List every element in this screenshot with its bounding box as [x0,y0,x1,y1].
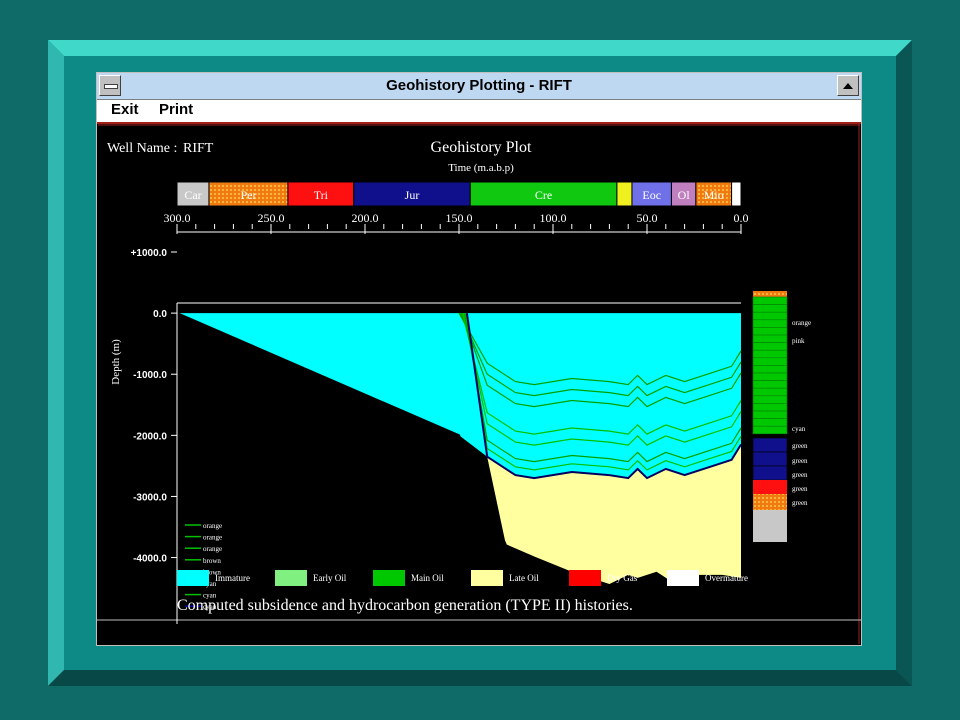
period-cell [731,181,742,207]
maturity-swatch [275,570,307,586]
window-title: Geohistory Plotting - RIFT [386,77,572,94]
menu-print[interactable]: Print [159,101,193,118]
maturity-label: Overmature [705,573,748,583]
horizon-legend-label: orange [203,545,222,553]
column-cell [752,357,788,366]
column-cell [752,327,788,336]
column-cell [753,494,787,510]
application-window: Geohistory Plotting - RIFT Exit Print We… [96,72,862,646]
maturity-swatch [667,570,699,586]
maturity-swatch [177,570,209,586]
period-label: Car [184,188,201,202]
maturity-label: Immature [215,573,250,583]
period-label: Tri [314,188,329,202]
geohistory-plot-canvas: Well Name : RIFT Geohistory Plot Time (m… [97,124,861,644]
column-cell [752,403,788,412]
well-name-value: RIFT [183,141,214,156]
period-label: Jur [405,188,420,202]
column-cell [752,334,788,343]
time-tick-label: 50.0 [637,211,658,225]
time-axis-label: Time (m.a.b.p) [448,162,514,174]
time-tick-label: 0.0 [734,211,749,225]
system-menu-icon [104,84,118,89]
time-tick-label: 150.0 [446,211,473,225]
period-label: Eoc [642,188,661,202]
column-cell [752,437,788,453]
column-cell [752,380,788,389]
column-cell [752,296,788,305]
horizon-legend-label: orange [203,534,222,542]
column-cell [752,395,788,404]
maturity-label: Dry Gas [607,573,638,583]
column-cell [752,387,788,397]
maturity-label: Early Oil [313,573,347,583]
period-label: Per [240,188,256,202]
depth-tick-label: -3000.0 [133,492,167,503]
time-tick-label: 250.0 [258,211,285,225]
menu-bar: Exit Print [97,100,861,124]
depth-axis-label: Depth (m) [110,339,122,385]
column-label: cyan [792,425,806,433]
column-cell [752,349,788,359]
maturity-label: Late Oil [509,573,539,583]
horizon-legend-label: orange [203,522,222,530]
title-bar[interactable]: Geohistory Plotting - RIFT [97,73,861,100]
column-label: green [792,499,808,507]
period-cell [616,181,633,207]
maturity-swatch [569,570,601,586]
column-cell [752,304,788,313]
period-label: Cre [535,188,552,202]
column-cell [753,291,787,297]
column-label: orange [792,319,811,327]
column-label: pink [792,337,805,345]
time-tick-label: 100.0 [540,211,567,225]
system-menu-button[interactable] [99,75,121,96]
column-cell [752,418,788,427]
column-cell [752,465,788,481]
column-cell [752,451,788,467]
maturity-swatch [373,570,405,586]
depth-tick-label: -4000.0 [133,554,167,565]
arrow-up-icon [843,83,853,89]
well-name-label: Well Name : [107,141,177,156]
time-tick-label: 300.0 [164,211,191,225]
menu-exit[interactable]: Exit [111,101,139,118]
period-label: Ol [678,188,691,202]
column-label: green [792,485,808,493]
column-label: green [792,442,808,450]
column-cell [753,510,787,542]
maturity-label: Main Oil [411,573,444,583]
depth-tick-label: -1000.0 [133,370,167,381]
depth-tick-label: 0.0 [153,309,167,320]
horizon-legend-label: brown [203,557,221,565]
column-cell [752,342,788,351]
plot-caption: Computed subsidence and hydrocarbon gene… [177,597,633,614]
column-label: green [792,457,808,465]
plot-title: Geohistory Plot [431,139,532,156]
period-label: Mio [704,188,724,202]
time-tick-label: 200.0 [352,211,379,225]
depth-tick-label: +1000.0 [131,248,168,259]
column-cell [752,372,788,381]
depth-tick-label: -2000.0 [133,431,167,442]
column-cell [752,319,788,328]
geologic-period-bar: Car Per Tri Jur Cre Eoc Ol Mio [176,181,742,207]
column-cell [752,365,788,374]
column-cell [753,480,787,494]
column-cell [752,410,788,419]
maturity-swatch [471,570,503,586]
column-label: green [792,471,808,479]
column-cell [752,311,788,321]
maximize-button[interactable] [837,75,859,96]
column-cell [752,425,788,435]
